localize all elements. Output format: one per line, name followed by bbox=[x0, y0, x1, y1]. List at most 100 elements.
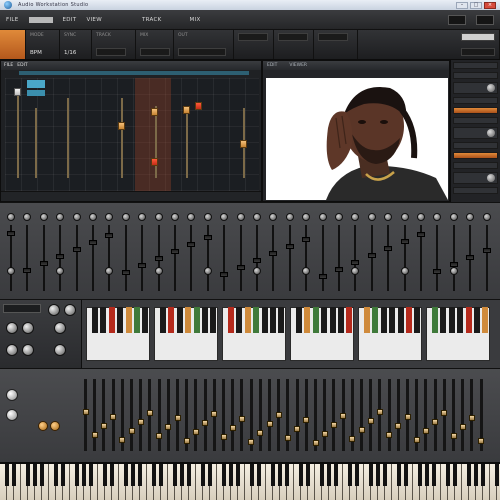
slider-cap[interactable] bbox=[312, 440, 319, 446]
black-key[interactable] bbox=[236, 307, 243, 333]
knob-icon[interactable] bbox=[56, 213, 65, 221]
black-key[interactable] bbox=[285, 464, 289, 486]
fader-cap[interactable] bbox=[433, 269, 442, 274]
slider-cap[interactable] bbox=[441, 410, 448, 416]
knob-icon[interactable] bbox=[54, 322, 66, 334]
automation-fader[interactable] bbox=[35, 108, 37, 178]
knob-icon[interactable] bbox=[253, 267, 261, 275]
black-key[interactable] bbox=[334, 464, 338, 486]
black-key[interactable] bbox=[229, 464, 233, 486]
black-key[interactable] bbox=[346, 307, 353, 333]
fader-cap[interactable] bbox=[121, 270, 130, 275]
slider-cap[interactable] bbox=[174, 415, 181, 421]
black-key[interactable] bbox=[397, 307, 404, 333]
inspector-row-active[interactable] bbox=[453, 107, 498, 114]
fader-cap[interactable] bbox=[253, 258, 261, 263]
black-key[interactable] bbox=[124, 464, 128, 486]
menu-item-file[interactable]: FILE bbox=[6, 17, 19, 23]
black-key[interactable] bbox=[453, 464, 457, 486]
fader-cap[interactable] bbox=[151, 158, 158, 166]
fader-cap[interactable] bbox=[195, 102, 202, 110]
black-key[interactable] bbox=[222, 464, 226, 486]
editor-tab-file[interactable]: FILE bbox=[4, 63, 13, 68]
knob-icon[interactable] bbox=[64, 304, 76, 316]
black-key[interactable] bbox=[446, 464, 450, 486]
knob-icon[interactable] bbox=[89, 213, 97, 221]
clip-block[interactable] bbox=[27, 90, 45, 96]
black-key[interactable] bbox=[108, 307, 115, 333]
slider-cap[interactable] bbox=[468, 415, 475, 421]
black-key[interactable] bbox=[376, 464, 380, 486]
knob-icon[interactable] bbox=[7, 267, 15, 275]
black-key[interactable] bbox=[372, 307, 379, 333]
slider-cap[interactable] bbox=[275, 412, 282, 418]
black-key[interactable] bbox=[173, 464, 177, 486]
black-key[interactable] bbox=[383, 464, 387, 486]
knob-icon[interactable] bbox=[400, 213, 409, 221]
fader-cap[interactable] bbox=[367, 253, 376, 258]
knob-icon[interactable] bbox=[50, 421, 60, 431]
knob-icon[interactable] bbox=[56, 267, 65, 275]
black-key[interactable] bbox=[299, 464, 303, 486]
black-key[interactable] bbox=[414, 307, 421, 333]
knob-icon[interactable] bbox=[236, 213, 245, 221]
black-key[interactable] bbox=[278, 307, 285, 333]
knob-icon[interactable] bbox=[367, 213, 376, 221]
knob-icon[interactable] bbox=[449, 213, 458, 221]
black-key[interactable] bbox=[193, 307, 200, 333]
slider-cap[interactable] bbox=[432, 419, 439, 425]
inspector-row[interactable] bbox=[453, 142, 498, 149]
inspector-row[interactable] bbox=[453, 127, 498, 139]
black-key[interactable] bbox=[176, 307, 183, 333]
black-key[interactable] bbox=[432, 307, 438, 333]
black-key[interactable] bbox=[33, 464, 37, 486]
black-key[interactable] bbox=[397, 464, 401, 486]
close-icon[interactable]: × bbox=[484, 1, 496, 9]
black-key[interactable] bbox=[481, 464, 485, 486]
slider-cap[interactable] bbox=[110, 414, 117, 420]
knob-icon[interactable] bbox=[203, 213, 212, 221]
slider-cap[interactable] bbox=[340, 413, 347, 419]
knob-icon[interactable] bbox=[335, 213, 343, 221]
fader-cap[interactable] bbox=[183, 106, 190, 114]
transport-button[interactable] bbox=[278, 33, 308, 41]
knob-icon[interactable] bbox=[38, 421, 48, 431]
slider-cap[interactable] bbox=[284, 435, 291, 441]
black-key[interactable] bbox=[404, 464, 408, 486]
fader-cap[interactable] bbox=[72, 247, 81, 252]
automation-grid[interactable] bbox=[5, 78, 259, 198]
slider-cap[interactable] bbox=[146, 410, 153, 416]
black-key[interactable] bbox=[159, 464, 163, 486]
knob-icon[interactable] bbox=[351, 267, 360, 275]
knob-icon[interactable] bbox=[203, 267, 212, 275]
slider-cap[interactable] bbox=[294, 426, 301, 432]
black-key[interactable] bbox=[261, 307, 268, 333]
fader-cap[interactable] bbox=[203, 235, 212, 240]
black-key[interactable] bbox=[312, 307, 319, 333]
fader-cap[interactable] bbox=[105, 233, 114, 238]
inspector-row[interactable] bbox=[453, 187, 498, 194]
viewer-tab-viewer[interactable]: VIEWER bbox=[289, 63, 307, 68]
knob-icon[interactable] bbox=[487, 174, 495, 182]
knob-icon[interactable] bbox=[6, 389, 18, 401]
slider-cap[interactable] bbox=[192, 429, 199, 435]
black-key[interactable] bbox=[440, 307, 447, 333]
automation-fader[interactable] bbox=[121, 98, 123, 178]
fader-cap[interactable] bbox=[351, 260, 360, 265]
knob-icon[interactable] bbox=[351, 213, 360, 221]
fader-cap[interactable] bbox=[384, 246, 393, 251]
knob-icon[interactable] bbox=[6, 322, 18, 334]
slider-cap[interactable] bbox=[459, 424, 466, 430]
transport-button[interactable] bbox=[96, 48, 126, 56]
black-key[interactable] bbox=[61, 464, 65, 486]
slider-cap[interactable] bbox=[248, 439, 255, 445]
fader-cap[interactable] bbox=[285, 244, 294, 249]
slider-cap[interactable] bbox=[303, 417, 310, 423]
knob-icon[interactable] bbox=[22, 322, 34, 334]
black-key[interactable] bbox=[278, 464, 282, 486]
black-key[interactable] bbox=[425, 464, 429, 486]
slider-cap[interactable] bbox=[220, 434, 227, 440]
toolbar-button-right-2[interactable] bbox=[476, 14, 494, 25]
knob-icon[interactable] bbox=[302, 267, 311, 275]
automation-fader[interactable] bbox=[186, 114, 188, 178]
